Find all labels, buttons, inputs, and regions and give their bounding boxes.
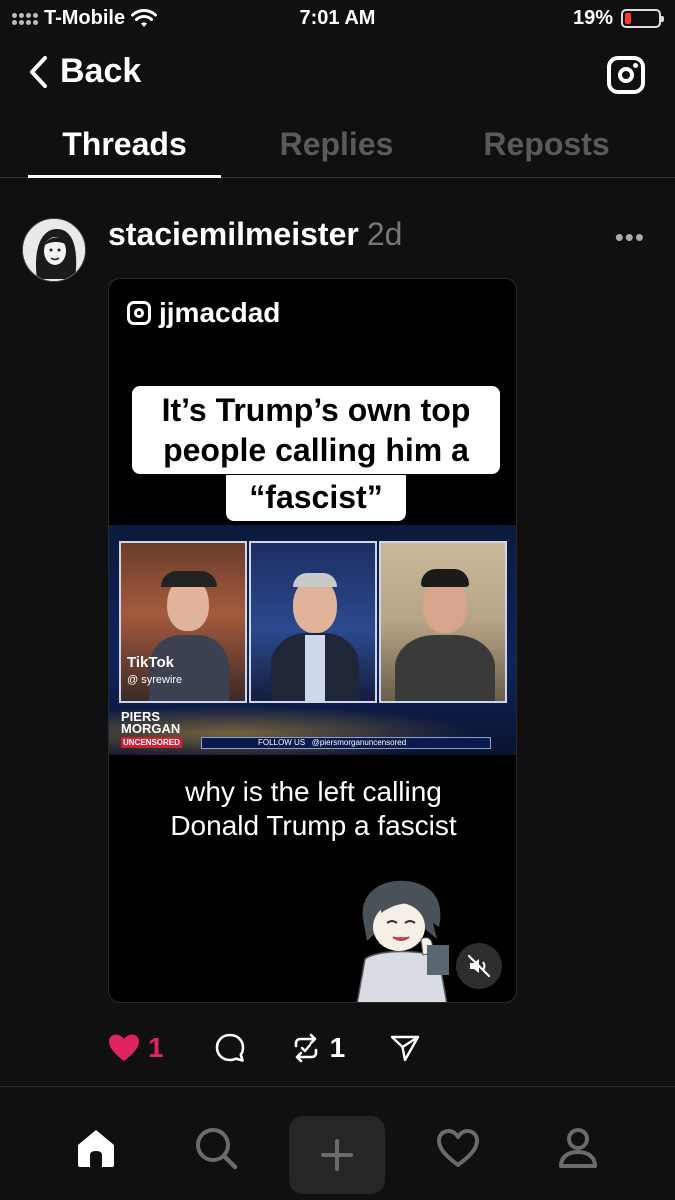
plus-icon	[321, 1139, 353, 1171]
video-handle-label: jjmacdad	[159, 297, 281, 328]
anime-character-sticker	[356, 880, 449, 1002]
follow-label: FOLLOW US	[258, 738, 306, 747]
caption-line: people calling him a	[163, 432, 469, 468]
video-caption-box: It’s Trump’s own top people calling him …	[132, 386, 500, 474]
post-actions: 1 1	[108, 1028, 465, 1068]
guest-panel-left: TikTok @ syrewire	[119, 541, 247, 703]
caption-line: It’s Trump’s own top	[161, 392, 471, 428]
like-button[interactable]: 1	[108, 1032, 164, 1064]
status-bar: T-Mobile 7:01 AM 19%	[0, 0, 675, 40]
tiktok-label: TikTok	[127, 654, 174, 671]
battery-status: 19%	[572, 7, 664, 30]
subtitle-line: Donald Trump a fascist	[170, 810, 457, 841]
post-video[interactable]: jjmacdad It’s Trump’s own top people cal…	[108, 278, 517, 1003]
tv-broadcast-frame: TikTok @ syrewire PIERS MORGAN UNCENSORE…	[109, 525, 516, 755]
subtitle-line: why is the left calling	[185, 776, 442, 807]
divider	[0, 1086, 675, 1087]
username[interactable]: staciemilmeister	[108, 216, 359, 252]
chevron-left-icon	[30, 55, 47, 88]
back-button[interactable]: Back	[28, 52, 141, 91]
follow-bar: FOLLOW US @piersmorganuncensored	[201, 737, 491, 749]
repost-count: 1	[329, 1032, 346, 1063]
caption-line: “fascist”	[249, 479, 383, 515]
send-icon	[390, 1035, 420, 1062]
more-options-icon[interactable]: •••	[615, 222, 645, 253]
repost-icon	[294, 1033, 317, 1063]
profile-tabs: Threads Replies Reposts	[0, 120, 675, 178]
muted-speaker-icon	[467, 954, 491, 978]
home-icon[interactable]	[72, 1124, 120, 1172]
repost-button[interactable]: 1	[290, 1032, 346, 1064]
battery-percent: 19%	[572, 7, 613, 29]
video-handle: jjmacdad	[127, 297, 280, 329]
host-panel	[249, 541, 377, 703]
mute-button[interactable]	[456, 943, 502, 989]
heart-filled-icon	[109, 1034, 139, 1061]
comment-icon	[215, 1033, 244, 1062]
like-count: 1	[148, 1032, 164, 1063]
video-subtitle: why is the left calling Donald Trump a f…	[129, 775, 498, 843]
follow-handle: @piersmorganuncensored	[311, 738, 407, 747]
logo-line: MORGAN	[121, 721, 181, 736]
avatar[interactable]	[22, 218, 86, 282]
back-label: Back	[60, 52, 142, 90]
share-button[interactable]	[389, 1032, 421, 1064]
post-author[interactable]: staciemilmeister 2d	[108, 216, 402, 253]
post-age: 2d	[366, 216, 403, 252]
guest-panel-right	[379, 541, 507, 703]
logo-line: UNCENSORED	[121, 737, 182, 748]
tab-reposts[interactable]: Reposts	[450, 126, 643, 163]
tab-threads[interactable]: Threads	[28, 126, 221, 163]
show-logo: PIERS MORGAN UNCENSORED	[121, 710, 201, 748]
instagram-icon	[127, 301, 151, 325]
heart-icon[interactable]	[434, 1124, 482, 1172]
avatar-illustration	[23, 219, 85, 281]
search-icon[interactable]	[192, 1124, 240, 1172]
reply-button[interactable]	[214, 1032, 246, 1064]
new-thread-button[interactable]	[289, 1116, 385, 1194]
instagram-icon[interactable]	[607, 56, 645, 94]
bottom-nav	[0, 1110, 675, 1200]
tab-replies[interactable]: Replies	[240, 126, 433, 163]
profile-icon[interactable]	[554, 1124, 602, 1172]
tiktok-watermark: TikTok @ syrewire	[127, 655, 182, 688]
tiktok-user: @ syrewire	[127, 674, 183, 686]
battery-icon	[621, 9, 664, 28]
active-tab-indicator	[28, 175, 221, 178]
